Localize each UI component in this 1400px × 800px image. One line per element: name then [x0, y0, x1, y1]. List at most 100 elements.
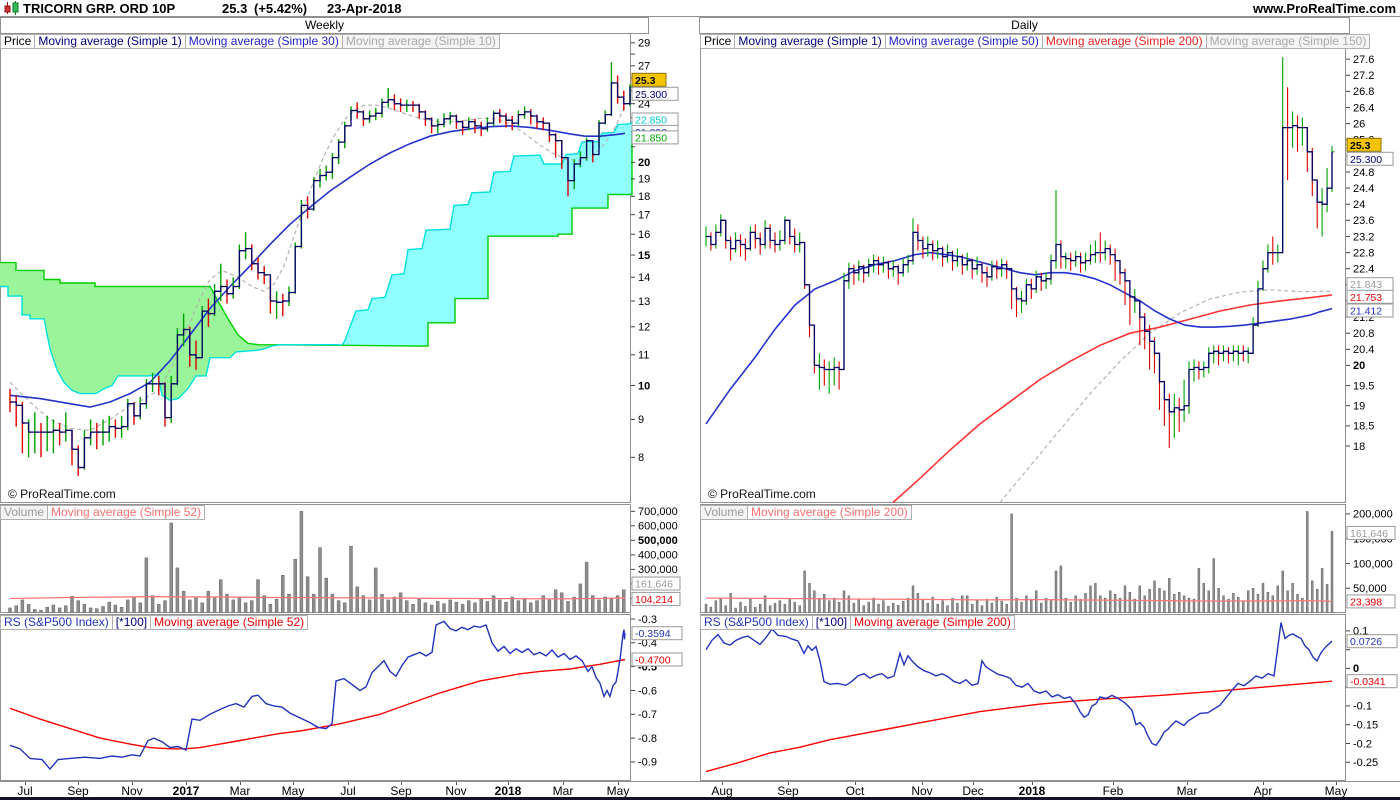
legend-chip[interactable]: Moving average (Simple 50) — [884, 34, 1043, 49]
volume-bar — [1133, 598, 1136, 613]
volume-bar — [739, 601, 742, 613]
axis-tick-label: -0.1 — [1353, 701, 1372, 713]
volume-bar — [1040, 602, 1043, 613]
volume-bar — [603, 596, 607, 613]
legend-chip[interactable]: RS (S&P500 Index) — [0, 615, 113, 630]
legend-chip[interactable]: Moving average (Simple 30) — [184, 34, 343, 49]
axis-tick-label: 700,000 — [638, 506, 678, 518]
volume-bar — [852, 602, 856, 613]
daily-panel-header: Daily — [699, 17, 1350, 34]
legend-chip[interactable]: Price — [0, 34, 36, 49]
volume-bar — [262, 595, 266, 613]
volume-bar — [411, 604, 415, 613]
volume-bar — [1054, 570, 1058, 613]
axis-tick-label: 19 — [638, 174, 650, 186]
axis-tick-label: 26 — [1353, 118, 1365, 130]
volume-bar — [872, 597, 875, 613]
volume-bar — [336, 600, 341, 613]
copyright-weekly: © ProRealTime.com — [8, 487, 116, 501]
legend-chip[interactable]: RS (S&P500 Index) — [700, 615, 813, 630]
volume-bar — [857, 598, 861, 613]
volume-bar — [219, 579, 223, 613]
volume-bar — [1286, 590, 1289, 613]
price-label-value: 161,646 — [635, 579, 673, 591]
axis-tick-label: 27.6 — [1353, 54, 1374, 66]
axis-tick-label: 0 — [1353, 663, 1359, 675]
copyright-daily: © ProRealTime.com — [708, 487, 816, 501]
price-label-value: -0.3594 — [635, 628, 671, 640]
weekly-volume-chart[interactable]: 700,000 600,000 500,000 400,000 300,000 161,6… — [0, 504, 695, 613]
volume-bar — [1079, 598, 1082, 613]
volume-bar — [1099, 595, 1102, 613]
legend-chip[interactable]: [*100] — [111, 615, 152, 630]
price-label-value: -0.0341 — [1350, 676, 1386, 688]
time-axis-label: Nov — [911, 784, 933, 798]
volume-bar — [941, 600, 944, 613]
axis-tick-label: 500,000 — [638, 535, 678, 547]
time-axis-label: Feb — [1102, 784, 1124, 798]
volume-bar — [818, 597, 821, 613]
legend-chip[interactable]: Moving average (Simple 200) — [747, 505, 912, 520]
volume-bar — [867, 601, 870, 613]
weekly-rs-chart[interactable]: -0.3-0.4-0.5-0.6-0.7-0.8-0.9-0.3594-0.47… — [0, 614, 695, 781]
legend-chip[interactable]: Volume — [0, 505, 49, 520]
volume-bar — [522, 598, 527, 613]
axis-tick-label: 100,000 — [1353, 558, 1393, 570]
volume-bar — [1276, 585, 1279, 613]
volume-bar — [126, 599, 130, 613]
volume-bar — [293, 559, 297, 613]
volume-bar — [597, 599, 601, 613]
axis-tick-label: 19.5 — [1353, 380, 1374, 392]
legend-chip[interactable]: Moving average (Simple 52) — [150, 615, 309, 630]
axis-tick-label: 20.8 — [1353, 328, 1374, 340]
volume-bar — [8, 607, 12, 613]
volume-bar — [274, 598, 279, 613]
volume-bar — [1212, 558, 1215, 613]
legend-chip[interactable]: Moving average (Simple 1) — [34, 34, 186, 49]
volume-bar — [82, 604, 87, 613]
time-axis-label: Sep — [777, 784, 799, 798]
daily-volume-chart[interactable]: 200,000150,000100,00050,000161,64623,398 — [700, 504, 1398, 613]
volume-bar — [392, 596, 397, 613]
time-axis[interactable]: Jul Sep Nov 2017 Mar May Jul Sep Nov 2018 Mar May Au… — [0, 781, 1400, 798]
volume-bar — [1025, 595, 1028, 613]
volume-bar — [26, 604, 31, 613]
price-label-value: -0.4700 — [635, 655, 671, 667]
volume-bar — [1222, 595, 1225, 613]
volume-bar — [448, 599, 452, 613]
axis-tick-label: 600,000 — [638, 521, 678, 533]
legend-chip[interactable]: [*100] — [811, 615, 852, 630]
volume-bar — [714, 600, 718, 613]
volume-bar — [1261, 583, 1265, 613]
legend-chip[interactable]: Moving average (Simple 10) — [341, 34, 500, 49]
volume-bar — [901, 600, 905, 613]
daily-price-chart[interactable]: 2827.627.226.826.42625.624.824.42423.623… — [700, 33, 1398, 503]
legend-chip[interactable]: Moving average (Simple 200) — [850, 615, 1015, 630]
axis-tick-label: 22.8 — [1353, 247, 1374, 259]
volume-bar — [39, 609, 43, 613]
daily-volume-legend: Volume Moving average (Simple 200) — [700, 505, 912, 520]
legend-chip[interactable]: Moving average (Simple 150) — [1205, 34, 1371, 49]
price-label-value: 25.3 — [1350, 140, 1371, 152]
legend-chip[interactable]: Moving average (Simple 52) — [47, 505, 206, 520]
legend-chip[interactable]: Moving average (Simple 1) — [734, 34, 886, 49]
volume-bar — [45, 606, 49, 613]
weekly-price-chart[interactable]: 29272420191817161514131211109825.325.300… — [0, 33, 695, 503]
volume-bar — [516, 600, 521, 613]
axis-tick-label: 11 — [638, 350, 649, 362]
volume-bar — [33, 609, 37, 613]
volume-bar — [386, 599, 390, 613]
quote-date: 23-Apr-2018 — [327, 1, 402, 16]
axis-tick-label: 18 — [1353, 441, 1365, 453]
legend-chip[interactable]: Moving average (Simple 200) — [1041, 34, 1207, 49]
volume-bar — [51, 604, 56, 613]
volume-bar — [1311, 580, 1314, 613]
legend-chip[interactable]: Volume — [700, 505, 749, 520]
time-axis-label: 2017 — [172, 784, 200, 798]
daily-rs-chart[interactable]: 0.10-0.1-0.15-0.2-0.250.0726-0.0341 — [700, 614, 1398, 781]
time-axis-label: May — [281, 784, 305, 798]
volume-bar — [887, 605, 890, 613]
volume-bar — [498, 599, 502, 613]
time-axis-label: Sep — [67, 784, 89, 798]
legend-chip[interactable]: Price — [700, 34, 736, 49]
